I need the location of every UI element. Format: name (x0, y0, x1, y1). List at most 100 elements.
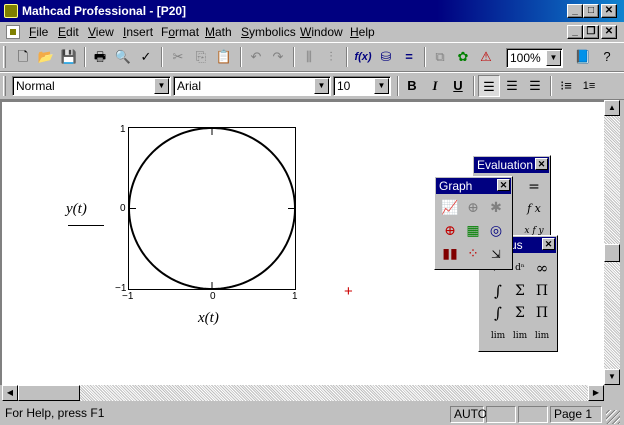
style-select[interactable]: Normal ▼ (12, 76, 171, 96)
left-limit-button[interactable]: lim (531, 326, 553, 346)
insert-component-icon[interactable]: ⧉ (429, 46, 451, 68)
toolbar-separator (550, 76, 552, 96)
chevron-down-icon[interactable]: ▼ (546, 50, 561, 66)
status-page: Page 1 (550, 406, 602, 423)
menu-file[interactable]: File (29, 25, 48, 39)
horizontal-scroll-thumb[interactable] (18, 385, 80, 401)
zoom-select[interactable]: 100% ▼ (506, 48, 563, 68)
chevron-down-icon[interactable]: ▼ (314, 78, 329, 94)
undo-icon[interactable]: ↶ (245, 46, 267, 68)
range-sum-button[interactable]: Σ (509, 303, 531, 323)
trace-icon[interactable]: ⚠ (475, 46, 497, 68)
font-size-select[interactable]: 10 ▼ (333, 76, 391, 96)
scroll-up-button[interactable]: ▲ (604, 100, 620, 116)
minimize-button[interactable]: _ (567, 4, 583, 18)
menu-format[interactable]: Format (161, 25, 199, 39)
bullets-icon[interactable]: ⁝≡ (555, 75, 577, 97)
document-icon[interactable] (6, 25, 20, 39)
align-center-icon[interactable]: ☰ (501, 75, 523, 97)
infinity-button[interactable]: ∞ (531, 258, 553, 278)
maximize-button[interactable]: □ (583, 4, 599, 18)
scroll-left-button[interactable]: ◀ (2, 385, 18, 401)
surface-plot-icon[interactable]: ▦ (462, 221, 484, 241)
limit-button[interactable]: lim (487, 326, 509, 346)
product-button[interactable]: Π (531, 281, 553, 301)
resource-center-icon[interactable]: 📘 (572, 46, 594, 68)
copy-icon[interactable]: ⎘ (190, 46, 212, 68)
scroll-right-button[interactable]: ▶ (588, 385, 604, 401)
doc-restore-button[interactable]: ❐ (583, 25, 599, 39)
menu-insert[interactable]: Insert (123, 25, 153, 39)
paste-icon[interactable]: 📋 (213, 46, 235, 68)
menu-view[interactable]: View (88, 25, 114, 39)
eval-equals-button[interactable]: = (523, 177, 545, 197)
scatter-plot-icon[interactable]: ⁘ (462, 244, 484, 264)
title-bar[interactable]: Mathcad Professional - [P20] _ □ ✕ (0, 0, 624, 22)
xy-plot-icon[interactable]: 📈 (439, 198, 461, 218)
redo-icon[interactable]: ↷ (267, 46, 289, 68)
new-icon[interactable]: 🗋 (12, 46, 34, 68)
spell-check-icon[interactable]: ✓ (135, 46, 157, 68)
chevron-down-icon[interactable]: ▼ (374, 78, 389, 94)
menu-window[interactable]: Window (300, 25, 343, 39)
close-button[interactable]: ✕ (601, 4, 617, 18)
bold-button[interactable]: B (401, 75, 423, 97)
insert-unit-icon[interactable]: ⛁ (375, 46, 397, 68)
formatting-toolbar: Normal ▼ Arial ▼ 10 ▼ B I U ☰ ☰ ☰ ⁝≡ 1≡ (0, 72, 624, 100)
doc-close-button[interactable]: ✕ (601, 25, 617, 39)
align-down-icon[interactable]: ⫶ (320, 46, 342, 68)
cut-icon[interactable]: ✂ (167, 46, 189, 68)
menu-help[interactable]: Help (350, 25, 375, 39)
eval-function-button[interactable]: f x (523, 199, 545, 219)
style-value: Normal (16, 79, 55, 93)
polar-plot-icon[interactable]: ⊕ (439, 221, 461, 241)
align-right-icon[interactable]: ☰ (524, 75, 546, 97)
right-limit-button[interactable]: lim (509, 326, 531, 346)
vertical-scrollbar[interactable] (604, 100, 620, 385)
italic-button[interactable]: I (424, 75, 446, 97)
chevron-down-icon[interactable]: ▼ (154, 78, 169, 94)
menu-math[interactable]: Math (205, 25, 232, 39)
toolbar-grip[interactable] (3, 46, 6, 68)
range-product-button[interactable]: Π (531, 303, 553, 323)
toolbar-grip[interactable] (3, 76, 6, 96)
contour-plot-icon[interactable]: ◎ (485, 221, 507, 241)
close-icon[interactable]: ✕ (535, 158, 548, 170)
underline-button[interactable]: U (447, 75, 469, 97)
toolbar-separator (424, 47, 426, 67)
mathcad-app-icon[interactable] (4, 4, 18, 18)
resources-icon[interactable]: ✿ (452, 46, 474, 68)
align-left-icon[interactable]: ☰ (478, 75, 500, 97)
xy-plot[interactable] (128, 127, 296, 290)
menu-edit[interactable]: Edit (58, 25, 79, 39)
help-icon[interactable]: ? (596, 46, 618, 68)
vertical-scroll-thumb[interactable] (604, 244, 620, 262)
definite-integral-button[interactable]: ∫ (487, 281, 509, 301)
font-value: Arial (177, 79, 202, 93)
print-icon[interactable]: 🖶 (89, 46, 111, 68)
align-icon[interactable]: ⫼ (298, 46, 320, 68)
font-select[interactable]: Arial ▼ (173, 76, 331, 96)
zoom-icon[interactable]: ⊕ (462, 198, 484, 218)
close-icon[interactable]: ✕ (497, 179, 510, 191)
calculate-icon[interactable]: = (398, 46, 420, 68)
doc-minimize-button[interactable]: _ (567, 25, 583, 39)
graph-palette[interactable]: Graph ✕ 📈 ⊕ ✱ ⊕ ▦ ◎ ▮▮ ⁘ ⇲ (434, 176, 513, 270)
vector-field-icon[interactable]: ⇲ (485, 244, 507, 264)
numbering-icon[interactable]: 1≡ (578, 75, 600, 97)
y-tick-mid: 0 (120, 203, 126, 214)
summation-button[interactable]: Σ (509, 281, 531, 301)
trace-plot-icon[interactable]: ✱ (485, 198, 507, 218)
size-grip[interactable] (606, 410, 620, 424)
print-preview-icon[interactable]: 🔍 (112, 46, 134, 68)
bar-plot-icon[interactable]: ▮▮ (439, 244, 461, 264)
save-icon[interactable]: 💾 (58, 46, 80, 68)
indefinite-integral-button[interactable]: ∫ (487, 303, 509, 323)
menu-symbolics[interactable]: Symbolics (241, 25, 296, 39)
insert-function-icon[interactable]: f(x) (352, 46, 374, 68)
horizontal-scrollbar[interactable] (2, 385, 604, 401)
open-icon[interactable]: 📂 (35, 46, 57, 68)
toolbar-separator (346, 47, 348, 67)
close-icon[interactable]: ✕ (542, 238, 555, 250)
scroll-down-button[interactable]: ▼ (604, 369, 620, 385)
